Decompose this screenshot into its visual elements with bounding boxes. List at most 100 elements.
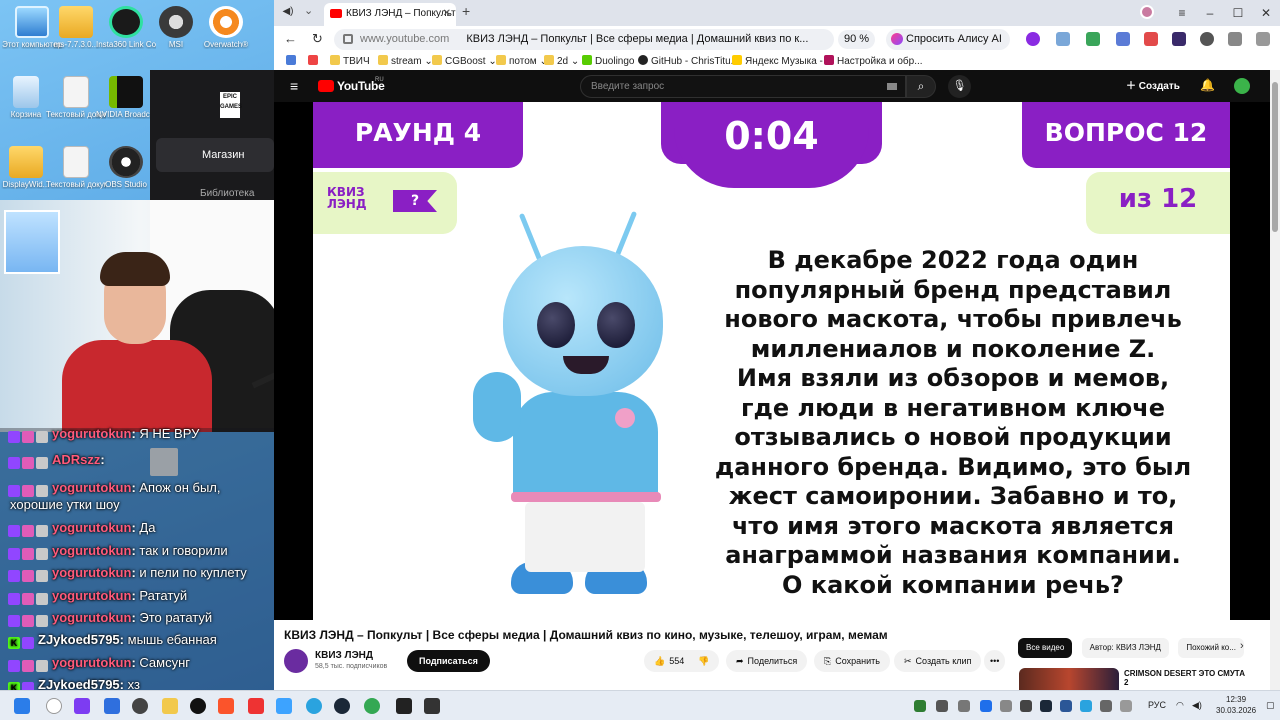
app-icon[interactable]	[190, 698, 206, 714]
menu-icon[interactable]: ≡	[1168, 0, 1196, 26]
steam-icon[interactable]	[334, 698, 350, 714]
wifi-icon[interactable]: ◠	[1176, 700, 1184, 711]
extension-icon[interactable]	[1086, 32, 1100, 46]
bookmark-folder[interactable]: stream ⌄	[378, 55, 433, 67]
channel-name[interactable]: КВИЗ ЛЭНД	[315, 650, 373, 661]
bookmark-folder[interactable]: CGBoost ⌄	[432, 55, 497, 67]
new-tab-button[interactable]: +	[462, 3, 470, 19]
tab-youtube[interactable]: КВИЗ ЛЭНД – Попкульт ✕	[324, 3, 456, 26]
extension-icon[interactable]	[1056, 32, 1070, 46]
yandex-browser-icon[interactable]	[248, 698, 264, 714]
zoom-indicator[interactable]: 90 %	[838, 30, 876, 49]
account-avatar[interactable]	[1234, 78, 1250, 94]
tray-icon[interactable]	[1000, 700, 1012, 712]
notifications-bell-icon[interactable]: 🔔	[1200, 78, 1215, 92]
tray-icon[interactable]	[1100, 700, 1112, 712]
telegram-icon[interactable]	[306, 698, 322, 714]
back-icon[interactable]: ←	[284, 31, 297, 46]
search-icon[interactable]	[46, 698, 62, 714]
tray-icon[interactable]	[958, 700, 970, 712]
volume-icon[interactable]: ◀)	[1192, 700, 1202, 711]
extension-icon[interactable]	[1172, 32, 1186, 46]
desktop-icon-obs[interactable]: OBS Studio	[96, 146, 156, 189]
close-window-icon[interactable]: ✕	[1252, 0, 1280, 26]
tray-nvidia-icon[interactable]	[914, 700, 926, 712]
like-button[interactable]: 👍 554 👎	[644, 650, 720, 672]
obs-icon[interactable]	[132, 698, 148, 714]
language-indicator[interactable]: РУС	[1148, 700, 1166, 710]
search-input[interactable]: Введите запрос	[580, 75, 906, 98]
share-icon[interactable]	[1256, 32, 1270, 46]
address-bar[interactable]: www.youtube.com КВИЗ ЛЭНД – Попкульт | В…	[334, 29, 834, 50]
twitch-icon	[8, 659, 20, 672]
epic-library-item[interactable]: Библиотека	[200, 188, 254, 199]
recommended-thumbnail[interactable]	[1019, 668, 1119, 690]
create-button[interactable]: ＋ Создать	[1126, 76, 1180, 97]
bookmark-item[interactable]: Яндекс Музыка -	[732, 55, 823, 67]
play-icon[interactable]	[1200, 32, 1214, 46]
tray-steam-icon[interactable]	[1040, 700, 1052, 712]
bookmark-item[interactable]	[308, 55, 321, 67]
maximize-icon[interactable]: ☐	[1224, 0, 1252, 26]
tray-icon[interactable]	[1060, 700, 1072, 712]
reload-icon[interactable]: ↻	[312, 31, 323, 47]
minimize-icon[interactable]: –	[1196, 0, 1224, 26]
chip-all-videos[interactable]: Все видео	[1018, 638, 1073, 658]
bookmark-item[interactable]: GitHub - ChrisTitu...	[638, 55, 739, 67]
tab-audio-icon[interactable]: ◀)	[280, 6, 296, 20]
page-scrollbar[interactable]	[1270, 70, 1280, 690]
clip-button[interactable]: ✂ Создать клип	[894, 650, 982, 672]
tray-icon[interactable]	[1020, 700, 1032, 712]
bookmark-item[interactable]: Настройка и обр...	[824, 55, 923, 67]
start-icon[interactable]	[14, 698, 30, 714]
bookmark-folder[interactable]: потом ⌄	[496, 55, 548, 67]
channel-avatar[interactable]	[284, 649, 308, 673]
clock[interactable]: 12:39 30.03.2026	[1216, 694, 1256, 716]
chevron-right-icon[interactable]: ›	[1240, 640, 1244, 652]
subscribe-button[interactable]: Подписаться	[407, 650, 490, 672]
extension-icon[interactable]	[1116, 32, 1130, 46]
recommended-title[interactable]: CRIMSON DESERT ЭТО СМУТА 2	[1124, 669, 1245, 687]
tray-chevron-icon[interactable]	[1120, 700, 1132, 712]
epic-shop-button[interactable]: Магазин	[156, 138, 274, 172]
more-actions-button[interactable]: •••	[984, 650, 1006, 672]
keyboard-icon[interactable]	[887, 83, 897, 90]
tray-bluetooth-icon[interactable]	[980, 700, 992, 712]
chrome-icon[interactable]	[364, 698, 380, 714]
desktop-icon-overwatch[interactable]: Overwatch®	[196, 6, 256, 49]
tray-telegram-icon[interactable]	[1080, 700, 1092, 712]
bookmark-folder[interactable]: 2d ⌄	[544, 55, 579, 67]
share-button[interactable]: ➦ Поделиться	[726, 650, 808, 672]
downloads-icon[interactable]	[1228, 32, 1242, 46]
shield-icon[interactable]	[1144, 32, 1158, 46]
scrollbar-thumb[interactable]	[1272, 82, 1278, 232]
app-icon[interactable]	[276, 698, 292, 714]
tab-close-icon[interactable]: ✕	[443, 3, 451, 24]
bookmark-item[interactable]	[286, 55, 299, 67]
video-player[interactable]: РАУНД 4 0:04 ВОПРОС 12 КВИЗ ЛЭНД ? из 12	[274, 102, 1270, 620]
hamburger-menu-icon[interactable]: ≡	[290, 78, 298, 94]
file-explorer-icon[interactable]	[162, 698, 178, 714]
brave-icon[interactable]	[218, 698, 234, 714]
terminal-icon[interactable]	[424, 698, 440, 714]
epic-games-icon[interactable]	[396, 698, 412, 714]
voice-search-button[interactable]: 🎙	[948, 75, 971, 98]
tray-icon[interactable]	[936, 700, 948, 712]
site-info-icon[interactable]	[343, 34, 353, 44]
chip-by-author[interactable]: Автор: КВИЗ ЛЭНД	[1081, 638, 1169, 658]
bookmark-item[interactable]: Duolingo	[582, 55, 634, 67]
chip-similar[interactable]: Похожий ко...	[1178, 638, 1244, 658]
profile-avatar[interactable]	[1140, 5, 1154, 19]
tab-list-chevron-icon[interactable]: ⌄	[304, 4, 313, 17]
extension-icon[interactable]	[1026, 32, 1040, 46]
copilot-icon[interactable]	[74, 698, 90, 714]
save-button[interactable]: ⎘ Сохранить	[814, 650, 890, 672]
search-button[interactable]: ⌕	[906, 75, 936, 98]
thumbs-down-icon[interactable]: 👎	[698, 656, 709, 666]
ask-alice-button[interactable]: Спросить Алису AI	[886, 29, 1010, 50]
bookmark-folder[interactable]: ТВИЧ	[330, 55, 370, 67]
youtube-logo-icon[interactable]	[318, 80, 334, 92]
desktop-icon-nvidia-broadcast[interactable]: NVIDIA Broadcast	[96, 76, 156, 119]
app-icon[interactable]	[104, 698, 120, 714]
notification-icon[interactable]: ▢	[1266, 700, 1275, 711]
